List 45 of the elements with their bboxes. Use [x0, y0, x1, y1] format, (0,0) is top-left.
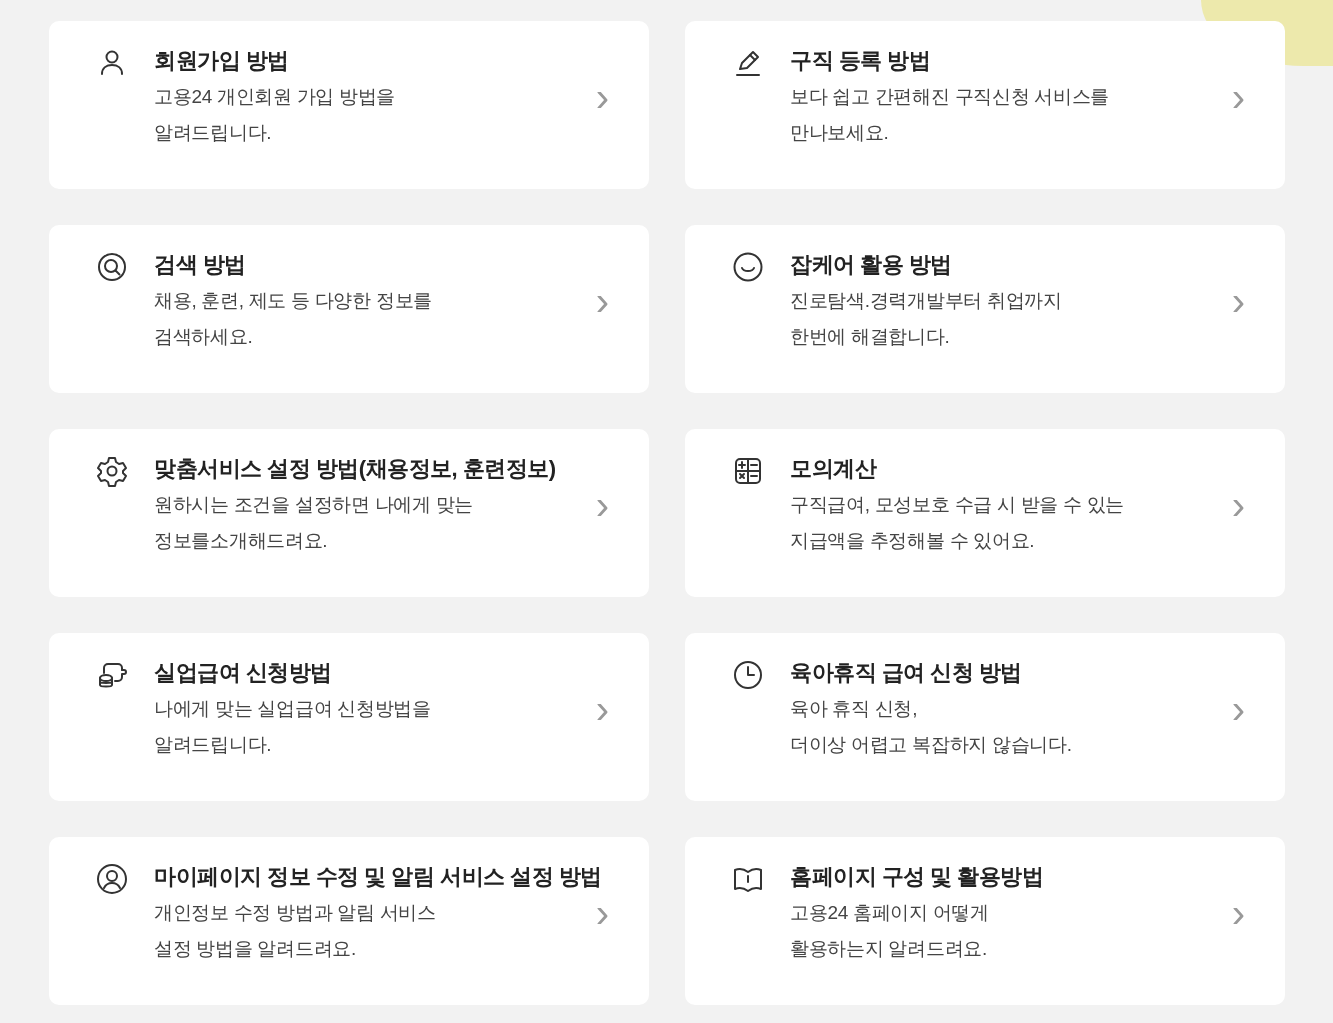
card-description: 육아 휴직 신청, 더이상 어렵고 복잡하지 않습니다.	[790, 697, 1073, 757]
chevron-icon: ›	[595, 281, 609, 321]
guide-card[interactable]: 마이페이지 정보 수정 및 알림 서비스 설정 방법 개인정보 수정 방법과 알림 서비스 설정 방법을 알려드려요. ›	[49, 837, 649, 1005]
chevron-icon: ›	[1231, 893, 1245, 933]
card-description: 채용, 훈련, 제도 등 다양한 정보를 검색하세요.	[154, 289, 433, 349]
guide-card[interactable]: 모의계산 구직급여, 모성보호 수급 시 받을 수 있는 지급액을 추정해볼 수 있어요. ›	[685, 429, 1285, 597]
card-description: 개인정보 수정 방법과 알림 서비스 설정 방법을 알려드려요.	[154, 901, 437, 961]
guide-card[interactable]: 육아휴직 급여 신청 방법 육아 휴직 신청, 더이상 어렵고 복잡하지 않습니다. ›	[685, 633, 1285, 801]
card-title: 검색 방법	[154, 251, 247, 279]
card-description: 고용24 개인회원 가입 방법을 알려드립니다.	[154, 85, 397, 145]
guide-card[interactable]: 실업급여 신청방법 나에게 맞는 실업급여 신청방법을 알려드립니다. ›	[49, 633, 649, 801]
card-description: 고용24 홈페이지 어떻게 활용하는지 알려드려요.	[790, 901, 990, 961]
card-title: 모의계산	[790, 455, 878, 483]
card-description: 원하시는 조건을 설정하면 나에게 맞는 정보를소개해드려요.	[154, 493, 475, 553]
card-title: 회원가입 방법	[154, 47, 290, 75]
guide-card[interactable]: 회원가입 방법 고용24 개인회원 가입 방법을 알려드립니다. ›	[49, 21, 649, 189]
card-title: 실업급여 신청방법	[154, 659, 333, 687]
chevron-icon: ›	[595, 77, 609, 117]
guide-card[interactable]: 잡케어 활용 방법 진로탐색.경력개발부터 취업까지 한번에 해결합니다. ›	[685, 225, 1285, 393]
chevron-icon: ›	[1231, 77, 1245, 117]
chevron-icon: ›	[595, 485, 609, 525]
chevron-icon: ›	[1231, 281, 1245, 321]
chevron-icon: ›	[595, 689, 609, 729]
clock-icon	[732, 659, 764, 691]
guide-card[interactable]: 맞춤서비스 설정 방법(채용정보, 훈련정보) 원하시는 조건을 설정하면 나에게 맞는 정보를소개해드려요. ›	[49, 429, 649, 597]
card-description: 구직급여, 모성보호 수급 시 받을 수 있는 지급액을 추정해볼 수 있어요.	[790, 493, 1126, 553]
card-title: 육아휴직 급여 신청 방법	[790, 659, 1023, 687]
settings-icon	[96, 455, 128, 487]
guide-card[interactable]: 홈페이지 구성 및 활용방법 고용24 홈페이지 어떻게 활용하는지 알려드려요. ›	[685, 837, 1285, 1005]
card-description: 진로탐색.경력개발부터 취업까지 한번에 해결합니다.	[790, 289, 1063, 349]
card-title: 맞춤서비스 설정 방법(채용정보, 훈련정보)	[154, 455, 557, 483]
card-description: 보다 쉽고 간편해진 구직신청 서비스를 만나보세요.	[790, 85, 1111, 145]
search-icon	[96, 251, 128, 283]
smiley-icon	[732, 251, 764, 283]
guide-card[interactable]: 검색 방법 채용, 훈련, 제도 등 다양한 정보를 검색하세요. ›	[49, 225, 649, 393]
chevron-icon: ›	[1231, 485, 1245, 525]
guide-card[interactable]: 구직 등록 방법 보다 쉽고 간편해진 구직신청 서비스를 만나보세요. ›	[685, 21, 1285, 189]
card-description: 나에게 맞는 실업급여 신청방법을 알려드립니다.	[154, 697, 432, 757]
chevron-icon: ›	[595, 893, 609, 933]
card-title: 잡케어 활용 방법	[790, 251, 953, 279]
chevron-icon: ›	[1231, 689, 1245, 729]
card-title: 구직 등록 방법	[790, 47, 932, 75]
user-circle-icon	[96, 863, 128, 895]
card-title: 홈페이지 구성 및 활용방법	[790, 863, 1045, 891]
calculator-icon	[732, 455, 764, 487]
